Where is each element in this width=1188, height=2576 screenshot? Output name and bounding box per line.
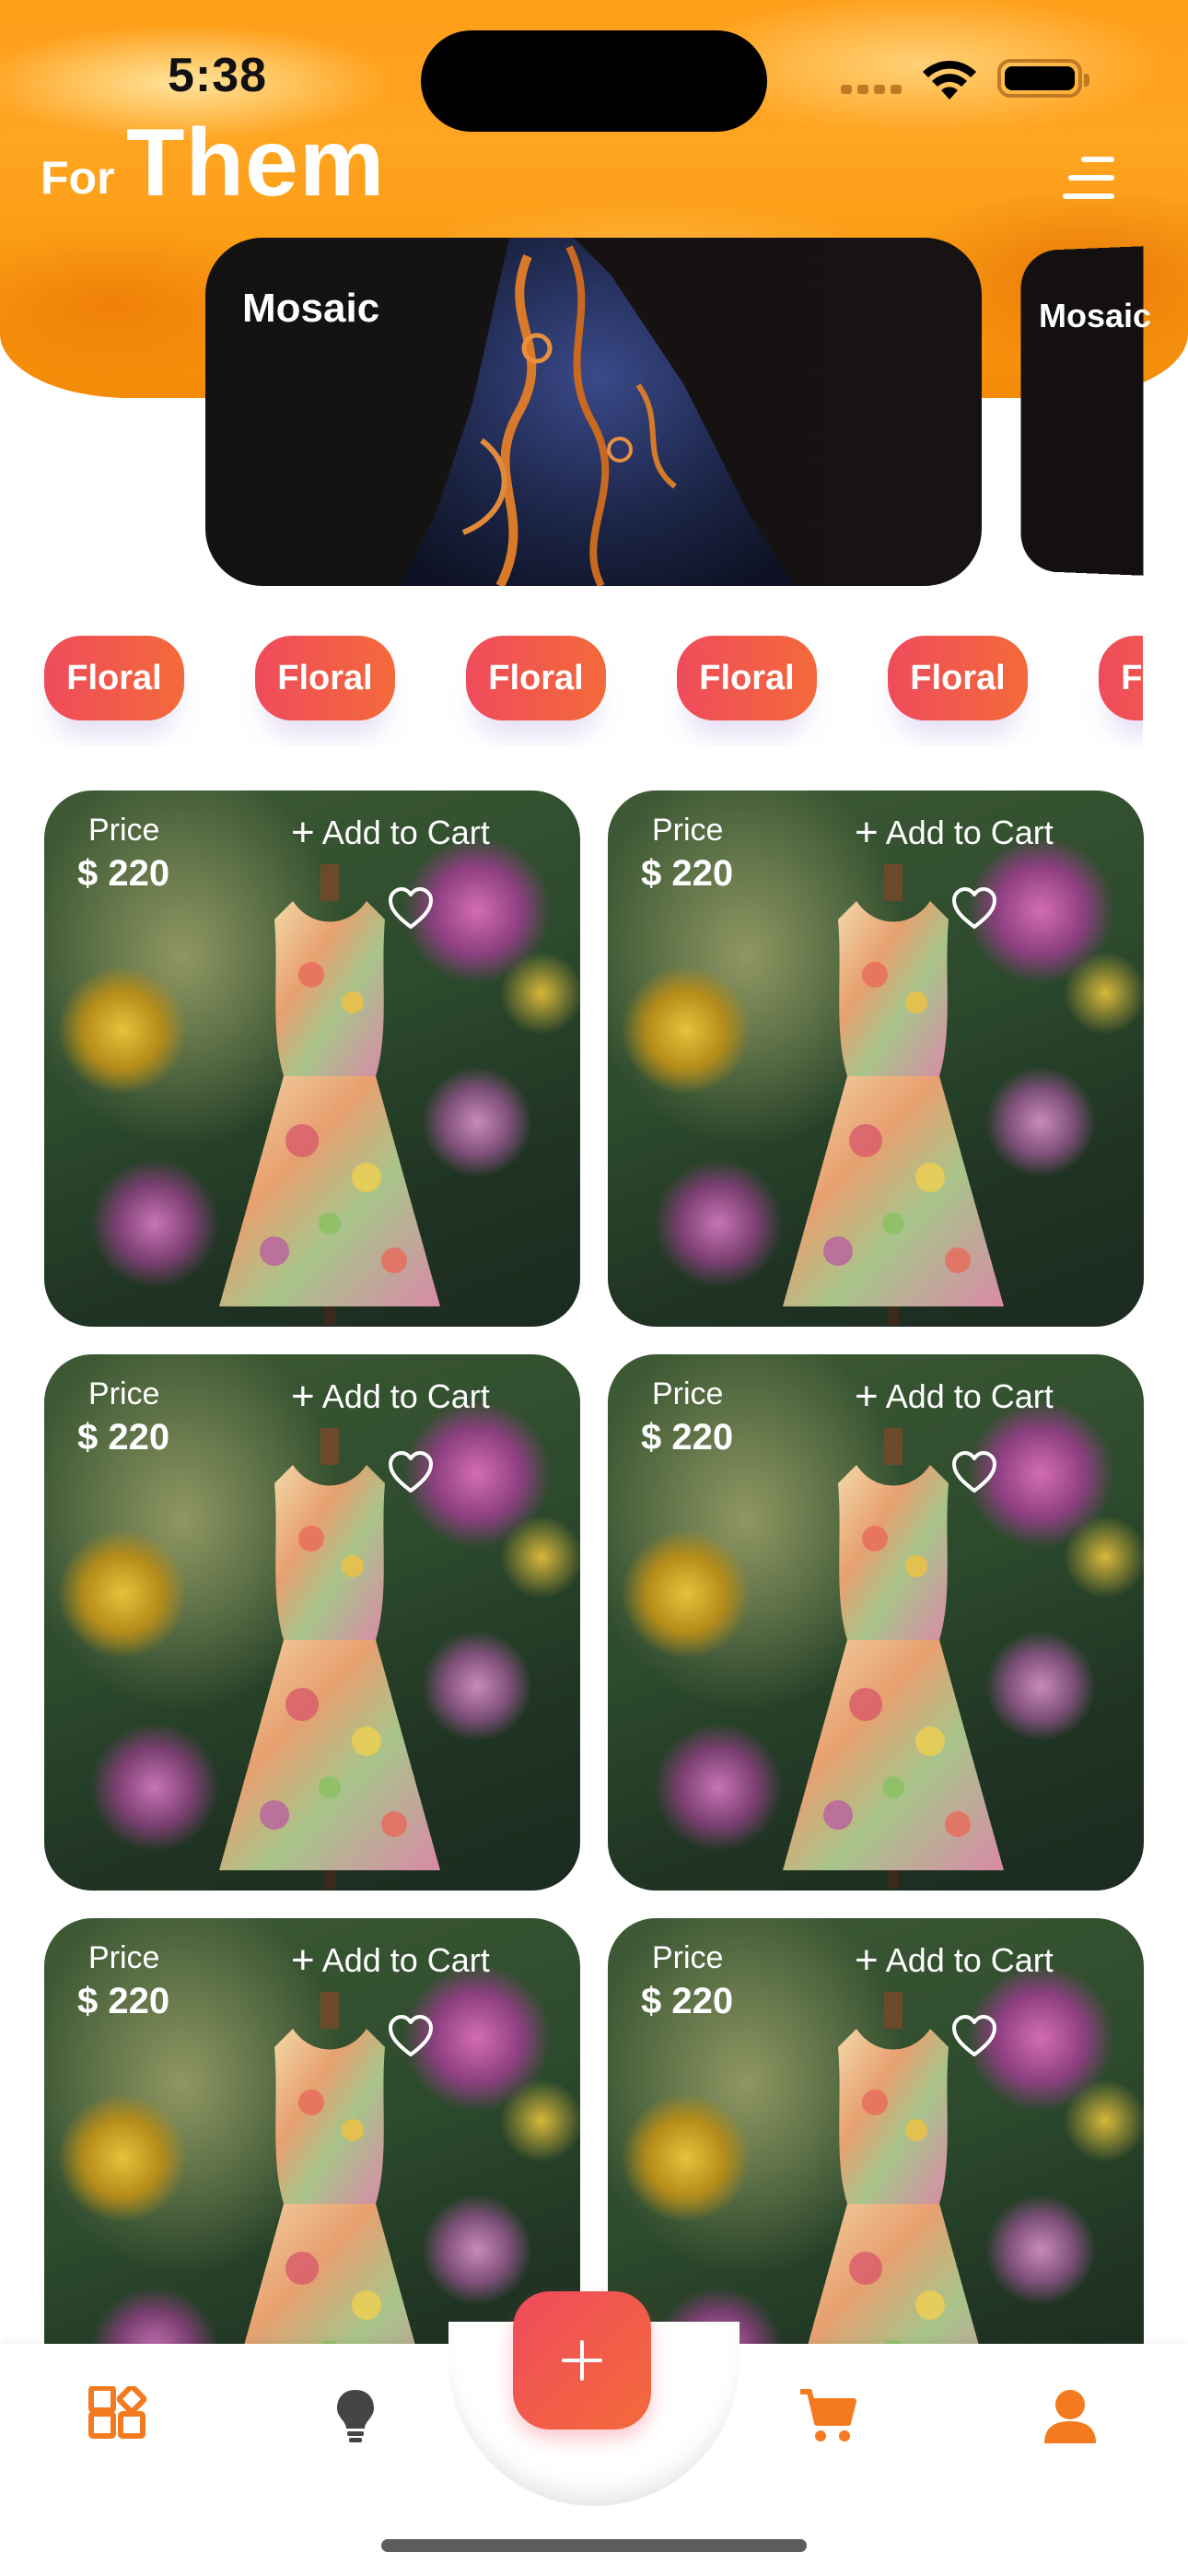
category-chip[interactable]: Floral bbox=[888, 636, 1028, 720]
price-label: Price bbox=[88, 1376, 160, 1411]
category-chip[interactable]: Floral bbox=[255, 636, 395, 720]
add-to-cart-button[interactable]: + Add to Cart bbox=[855, 1940, 1054, 1981]
cart-icon[interactable] bbox=[798, 2386, 857, 2445]
plus-icon bbox=[562, 2340, 602, 2381]
featured-card-next[interactable] bbox=[1020, 246, 1144, 576]
dress-image bbox=[783, 1428, 1004, 1889]
price-value: $ 220 bbox=[641, 1417, 734, 1458]
categories-icon[interactable] bbox=[87, 2386, 146, 2445]
plus-icon: + bbox=[855, 1374, 879, 1419]
menu-icon bbox=[1081, 157, 1114, 162]
add-to-cart-button[interactable]: + Add to Cart bbox=[291, 813, 490, 853]
plus-icon: + bbox=[291, 1938, 315, 1983]
category-chip[interactable]: Floral bbox=[44, 636, 184, 720]
heart-icon[interactable] bbox=[950, 1450, 998, 1494]
price-value: $ 220 bbox=[77, 1981, 170, 2021]
lightbulb-icon[interactable] bbox=[326, 2386, 385, 2445]
wifi-icon bbox=[923, 60, 976, 100]
category-chip[interactable]: Floral bbox=[677, 636, 817, 720]
heart-icon[interactable] bbox=[387, 2014, 435, 2058]
home-indicator bbox=[381, 2539, 807, 2552]
heart-icon[interactable] bbox=[387, 886, 435, 931]
profile-icon[interactable] bbox=[1041, 2386, 1100, 2445]
add-to-cart-label: Add to Cart bbox=[321, 1377, 490, 1415]
price-label: Price bbox=[652, 1940, 724, 1975]
product-card[interactable]: Price $ 220 + Add to Cart bbox=[608, 1354, 1144, 1891]
plus-icon: + bbox=[291, 1374, 315, 1419]
page-title: Them bbox=[126, 110, 386, 217]
heart-icon[interactable] bbox=[950, 886, 998, 931]
add-button[interactable] bbox=[513, 2291, 651, 2430]
dress-image bbox=[219, 864, 440, 1325]
product-card[interactable]: Price $ 220 + Add to Cart bbox=[608, 790, 1144, 1327]
price-label: Price bbox=[652, 1376, 724, 1411]
price-value: $ 220 bbox=[77, 853, 170, 894]
product-card[interactable]: Price $ 220 + Add to Cart bbox=[44, 1354, 580, 1891]
heart-icon[interactable] bbox=[387, 1450, 435, 1494]
add-to-cart-button[interactable]: + Add to Cart bbox=[291, 1376, 490, 1417]
add-to-cart-button[interactable]: + Add to Cart bbox=[855, 1376, 1054, 1417]
dynamic-island bbox=[421, 30, 767, 132]
status-time: 5:38 bbox=[168, 49, 268, 102]
dress-image bbox=[219, 1428, 440, 1889]
add-to-cart-label: Add to Cart bbox=[885, 814, 1054, 851]
battery-icon bbox=[997, 59, 1089, 98]
plus-icon: + bbox=[855, 1938, 879, 1983]
category-chip[interactable]: Floral bbox=[466, 636, 606, 720]
add-to-cart-label: Add to Cart bbox=[885, 1941, 1054, 1979]
product-card[interactable]: Price $ 220 + Add to Cart bbox=[44, 790, 580, 1327]
add-to-cart-button[interactable]: + Add to Cart bbox=[855, 813, 1054, 853]
heart-icon[interactable] bbox=[950, 2014, 998, 2058]
price-value: $ 220 bbox=[77, 1417, 170, 1458]
menu-button[interactable] bbox=[1059, 153, 1114, 201]
price-label: Price bbox=[88, 1940, 160, 1975]
category-chip[interactable]: Floral bbox=[1099, 636, 1143, 720]
featured-label-next: Mosaic bbox=[1039, 297, 1152, 334]
add-to-cart-label: Add to Cart bbox=[885, 1377, 1054, 1415]
add-to-cart-button[interactable]: + Add to Cart bbox=[291, 1940, 490, 1981]
price-value: $ 220 bbox=[641, 1981, 734, 2021]
add-to-cart-label: Add to Cart bbox=[321, 1941, 490, 1979]
cellular-signal-icon bbox=[841, 85, 905, 98]
price-label: Price bbox=[652, 813, 724, 848]
featured-label: Mosaic bbox=[242, 286, 380, 331]
category-chips: Floral Floral Floral Floral Floral Flora… bbox=[0, 636, 1143, 746]
plus-icon: + bbox=[291, 810, 315, 855]
add-to-cart-label: Add to Cart bbox=[321, 814, 490, 851]
page-title-prefix: For bbox=[41, 152, 115, 204]
dress-image bbox=[783, 864, 1004, 1325]
plus-icon: + bbox=[855, 810, 879, 855]
price-value: $ 220 bbox=[641, 853, 734, 894]
price-label: Price bbox=[88, 813, 160, 848]
